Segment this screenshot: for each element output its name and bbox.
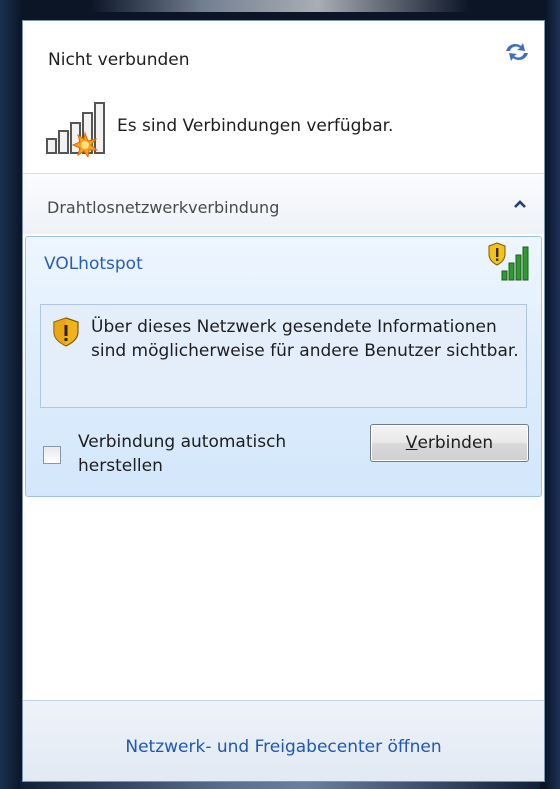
frame-glow-top (90, 0, 470, 12)
chevron-up-icon[interactable] (512, 196, 528, 212)
connect-button[interactable]: Verbinden (370, 424, 529, 462)
security-warning-text: Über dieses Netzwerk gesendete Informati… (91, 317, 519, 361)
auto-connect-checkbox[interactable] (43, 446, 61, 464)
signal-bars-warning-icon (46, 102, 105, 157)
connect-button-mnemonic: V (405, 433, 418, 453)
signal-strength-shield-icon (488, 242, 529, 281)
wireless-section-label: Drahtlosnetzwerkverbindung (47, 198, 280, 217)
refresh-icon[interactable] (502, 39, 532, 65)
availability-status-text: Es sind Verbindungen verfügbar. (117, 116, 394, 136)
connect-button-label: erbinden (417, 433, 494, 453)
network-sharing-center-link[interactable]: Netzwerk- und Freigabecenter öffnen (23, 737, 544, 757)
network-flyout-panel: Nicht verbunden Es sind Verbindungen ver… (22, 20, 545, 782)
auto-connect-label[interactable]: Verbindung automatisch herstellen (78, 430, 358, 478)
network-name: VOLhotspot (44, 254, 143, 274)
security-warning-shield-icon (53, 317, 79, 347)
connection-status-title: Nicht verbunden (48, 50, 190, 70)
